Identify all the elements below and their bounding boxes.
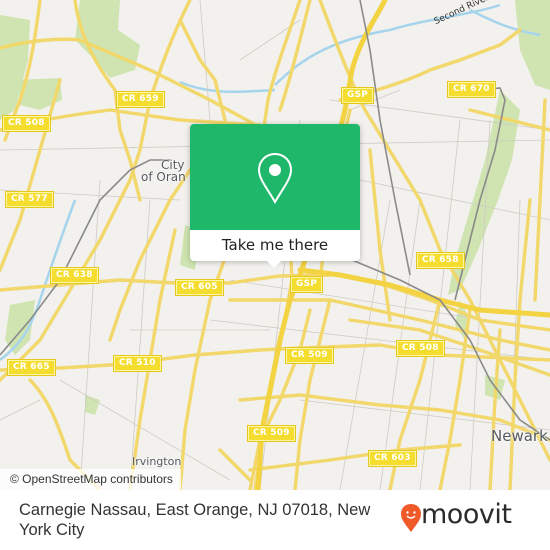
road-shield-cr-510: CR 510 [114, 356, 161, 371]
moovit-wordmark: moovit [421, 499, 512, 530]
road-shield-cr-577: CR 577 [6, 192, 53, 207]
road-shield-cr-665: CR 665 [8, 360, 55, 375]
map-view[interactable]: CR 659 CR 508 CR 577 CR 638 CR 605 CR 66… [0, 0, 550, 490]
road-shield-gsp: GSP [291, 277, 323, 292]
road-shield-cr-638: CR 638 [51, 268, 98, 283]
moovit-pin-icon [401, 504, 421, 532]
road-shield-cr-659: CR 659 [117, 92, 164, 107]
place-label-newark: Newark [491, 427, 548, 445]
road-shield-cr-509: CR 509 [248, 426, 295, 441]
map-attribution[interactable]: © OpenStreetMap contributors [0, 469, 181, 490]
popup-pointer [265, 259, 283, 268]
road-shield-cr-605: CR 605 [176, 280, 223, 295]
road-shield-cr-658: CR 658 [417, 253, 464, 268]
popup-header [190, 124, 360, 230]
road-shield-cr-508: CR 508 [3, 116, 50, 131]
road-shield-gsp: GSP [342, 88, 374, 103]
place-label-irvington: Irvington [132, 455, 182, 468]
road-shield-cr-508: CR 508 [397, 341, 444, 356]
road-shield-cr-670: CR 670 [448, 82, 495, 97]
address-text: Carnegie Nassau, East Orange, NJ 07018, … [19, 501, 371, 539]
map-pin-icon [257, 152, 293, 204]
take-me-there-button[interactable]: Take me there [190, 230, 360, 261]
road-shield-cr-509: CR 509 [286, 348, 333, 363]
road-shield-cr-603: CR 603 [369, 451, 416, 466]
footer: Carnegie Nassau, East Orange, NJ 07018, … [0, 490, 550, 550]
place-label-city-of-orange-line2: of Oran [141, 170, 186, 184]
location-popup[interactable]: Take me there [190, 124, 360, 268]
